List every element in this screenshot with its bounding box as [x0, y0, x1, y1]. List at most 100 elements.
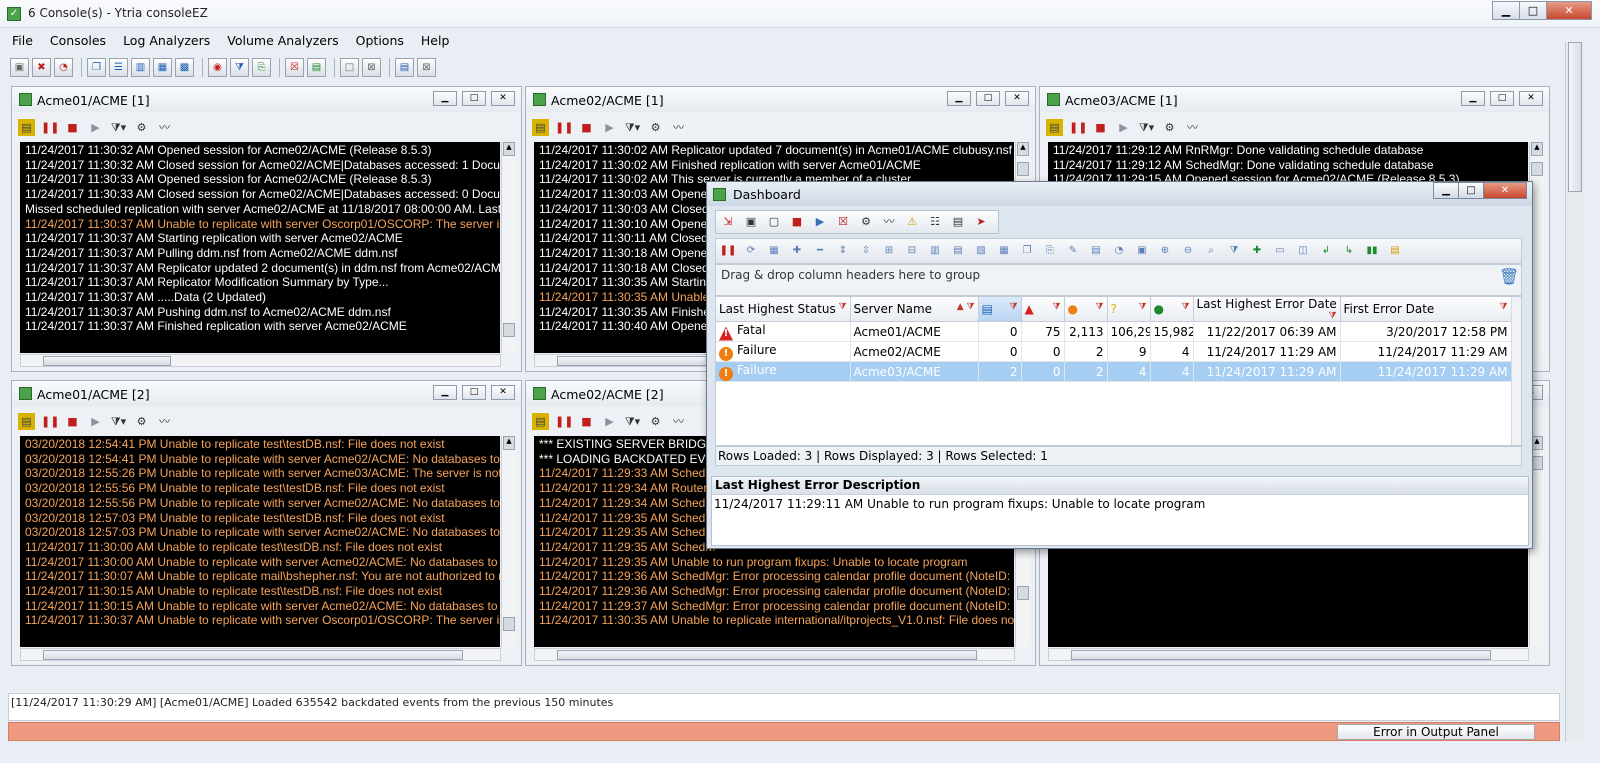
stop-icon[interactable]: ■	[64, 119, 81, 136]
column-filter-icon[interactable]: ⧩	[1328, 311, 1336, 321]
column-filter-icon[interactable]: ⧩	[1181, 302, 1189, 312]
tile-vertical-icon[interactable]: ▥	[131, 58, 150, 77]
console-horizontal-scrollbar[interactable]	[534, 648, 1015, 661]
main-vertical-scrollbar[interactable]	[1565, 42, 1584, 742]
stop-icon[interactable]: ■	[788, 213, 806, 231]
console-window[interactable]: Acme01/ACME [1] ▁ □ ✕ ▤ ❚❚ ■ ▶ ⧩▾ ⚙ 〰 11…	[11, 86, 522, 372]
play-icon[interactable]: ▶	[811, 213, 829, 231]
play-icon[interactable]: ▶	[87, 413, 104, 430]
table-row[interactable]: !Fatal Acme01/ACME 0 75 2,113 106,298 15…	[716, 321, 1512, 342]
list-icon[interactable]: ☷	[926, 213, 944, 231]
graph-icon[interactable]: 〰	[156, 413, 173, 430]
column-filter-icon[interactable]: ▲ ⧩	[957, 302, 975, 312]
columns-right-icon[interactable]: ▧	[972, 242, 990, 260]
clear-icon[interactable]: ☒	[834, 213, 852, 231]
menu-options[interactable]: Options	[356, 30, 404, 52]
zoom-in-icon[interactable]: ⊕	[1156, 242, 1174, 260]
dashboard-icon[interactable]: ▤	[395, 58, 414, 77]
import-icon[interactable]: ↲	[1317, 242, 1335, 260]
stop-icon[interactable]: ■	[578, 119, 595, 136]
server-command-icon[interactable]: ⚙	[647, 119, 664, 136]
filter-icon[interactable]: ⧩▾	[624, 413, 641, 430]
play-icon[interactable]: ▶	[1115, 119, 1132, 136]
report-icon[interactable]: ▤	[1087, 242, 1105, 260]
paste-icon[interactable]: ⎘	[1041, 242, 1059, 260]
console-maximize-button[interactable]: □	[976, 91, 1000, 106]
ungroup-icon[interactable]: ⊟	[903, 242, 921, 260]
filter-icon[interactable]: ⧩▾	[110, 413, 127, 430]
error-output-panel-button[interactable]: Error in Output Panel	[1337, 724, 1535, 740]
columns-icon[interactable]: ▥	[926, 242, 944, 260]
tile-grid-small-icon[interactable]: ▩	[175, 58, 194, 77]
server-command-icon[interactable]: ⚙	[133, 119, 150, 136]
table-row[interactable]: ! Failure Acme02/ACME 0 0 2 9 4 11/24/201…	[716, 341, 1512, 362]
status-icon[interactable]: ▤	[307, 58, 326, 77]
console-log-icon[interactable]: ▤	[532, 412, 549, 430]
minimize-button[interactable]: ▁	[1492, 1, 1520, 20]
dashboard-close-button[interactable]: ✕	[1483, 182, 1527, 199]
console-horizontal-scrollbar[interactable]	[20, 648, 501, 661]
console-maximize-button[interactable]: □	[462, 91, 486, 106]
trash-icon[interactable]: 🗑	[1499, 267, 1519, 287]
tile-horizontal-icon[interactable]: ☰	[109, 58, 128, 77]
console-log-icon[interactable]: ▤	[18, 118, 35, 136]
group-drop-area[interactable]: Drag & drop column headers here to group…	[715, 264, 1522, 296]
expand-icon[interactable]: ⇕	[834, 242, 852, 260]
console-minimize-button[interactable]: ▁	[1461, 91, 1485, 106]
tile-grid-icon[interactable]: ▦	[153, 58, 172, 77]
server-command-icon[interactable]: ⚙	[1161, 119, 1178, 136]
edit-icon[interactable]: ✎	[1064, 242, 1082, 260]
console-minimize-button[interactable]: ▁	[947, 91, 971, 106]
console-maximize-button[interactable]: □	[1490, 91, 1514, 106]
column-filter-icon[interactable]: ⧩	[1499, 302, 1507, 312]
graph-icon[interactable]: 〰	[670, 119, 687, 136]
play-icon[interactable]: ▶	[601, 119, 618, 136]
funnel-icon[interactable]: ⧩	[1225, 242, 1243, 260]
grid-view-icon[interactable]: ▦	[765, 242, 783, 260]
console-vertical-scrollbar[interactable]: ▲	[501, 436, 516, 647]
pause-icon[interactable]: ❚❚	[41, 119, 59, 136]
close-console-icon[interactable]: ✖	[32, 58, 51, 77]
refresh-icon[interactable]: ⟳	[742, 242, 760, 260]
console-log-icon[interactable]: ▤	[18, 412, 35, 430]
column-console-count[interactable]: ▤ ⧩	[978, 297, 1022, 322]
menu-volume-analyzers[interactable]: Volume Analyzers	[227, 30, 338, 52]
zoom-out-icon[interactable]: ⊖	[1179, 242, 1197, 260]
layout-icon[interactable]: ▣	[1133, 242, 1151, 260]
graph-icon[interactable]: 〰	[670, 413, 687, 430]
add-icon[interactable]: ✚	[788, 242, 806, 260]
menu-help[interactable]: Help	[421, 30, 450, 52]
console-icon[interactable]: ▣	[742, 213, 760, 231]
close-dashboard-icon[interactable]: ⊠	[417, 58, 436, 77]
menu-file[interactable]: File	[12, 30, 33, 52]
column-first-error-date[interactable]: First Error Date ⧩	[1340, 297, 1512, 322]
details-icon[interactable]: ▤	[949, 213, 967, 231]
export-icon[interactable]: ⇲	[719, 213, 737, 231]
split-icon[interactable]: ◫	[1294, 242, 1312, 260]
pause-icon[interactable]: ❚❚	[555, 413, 573, 430]
new-console-icon[interactable]: ▣	[10, 58, 29, 77]
options-icon[interactable]: ▤	[1386, 242, 1404, 260]
table-icon[interactable]: ▦	[995, 242, 1013, 260]
column-filter-icon[interactable]: ⧩	[838, 302, 846, 312]
export-green-icon[interactable]: ↳	[1340, 242, 1358, 260]
alert-icon[interactable]: ⚠	[903, 213, 921, 231]
menu-consoles[interactable]: Consoles	[50, 30, 106, 52]
pause-icon[interactable]: ❚❚	[41, 413, 59, 430]
column-last-highest-error-date[interactable]: Last Highest Error Date ⧩	[1193, 297, 1341, 322]
console-minimize-button[interactable]: ▁	[433, 91, 457, 106]
bars-icon[interactable]: ▮▮	[1363, 242, 1381, 260]
dashboard-window[interactable]: Dashboard ▁ □ ✕ ⇲ ▣ ▢ ■ ▶ ☒ ⚙ 〰 ⚠ ☷ ▤ ➤ …	[706, 181, 1533, 549]
stop-icon[interactable]: ■	[64, 413, 81, 430]
group-icon[interactable]: ⊞	[880, 242, 898, 260]
cascade-icon[interactable]: ❐	[87, 58, 106, 77]
graph-icon[interactable]: 〰	[1184, 119, 1201, 136]
column-normal-count[interactable]: ● ⧩	[1150, 297, 1194, 322]
zoom-icon[interactable]: ⌕	[1202, 242, 1220, 260]
menu-log-analyzers[interactable]: Log Analyzers	[123, 30, 210, 52]
column-fatal-count[interactable]: ▲ ⧩	[1021, 297, 1065, 322]
log-analyzer-icon[interactable]: ⎘	[252, 58, 271, 77]
close-window-icon[interactable]: ⊠	[362, 58, 381, 77]
filter-icon[interactable]: ⧩	[230, 58, 249, 77]
dashboard-maximize-button[interactable]: □	[1458, 182, 1484, 199]
